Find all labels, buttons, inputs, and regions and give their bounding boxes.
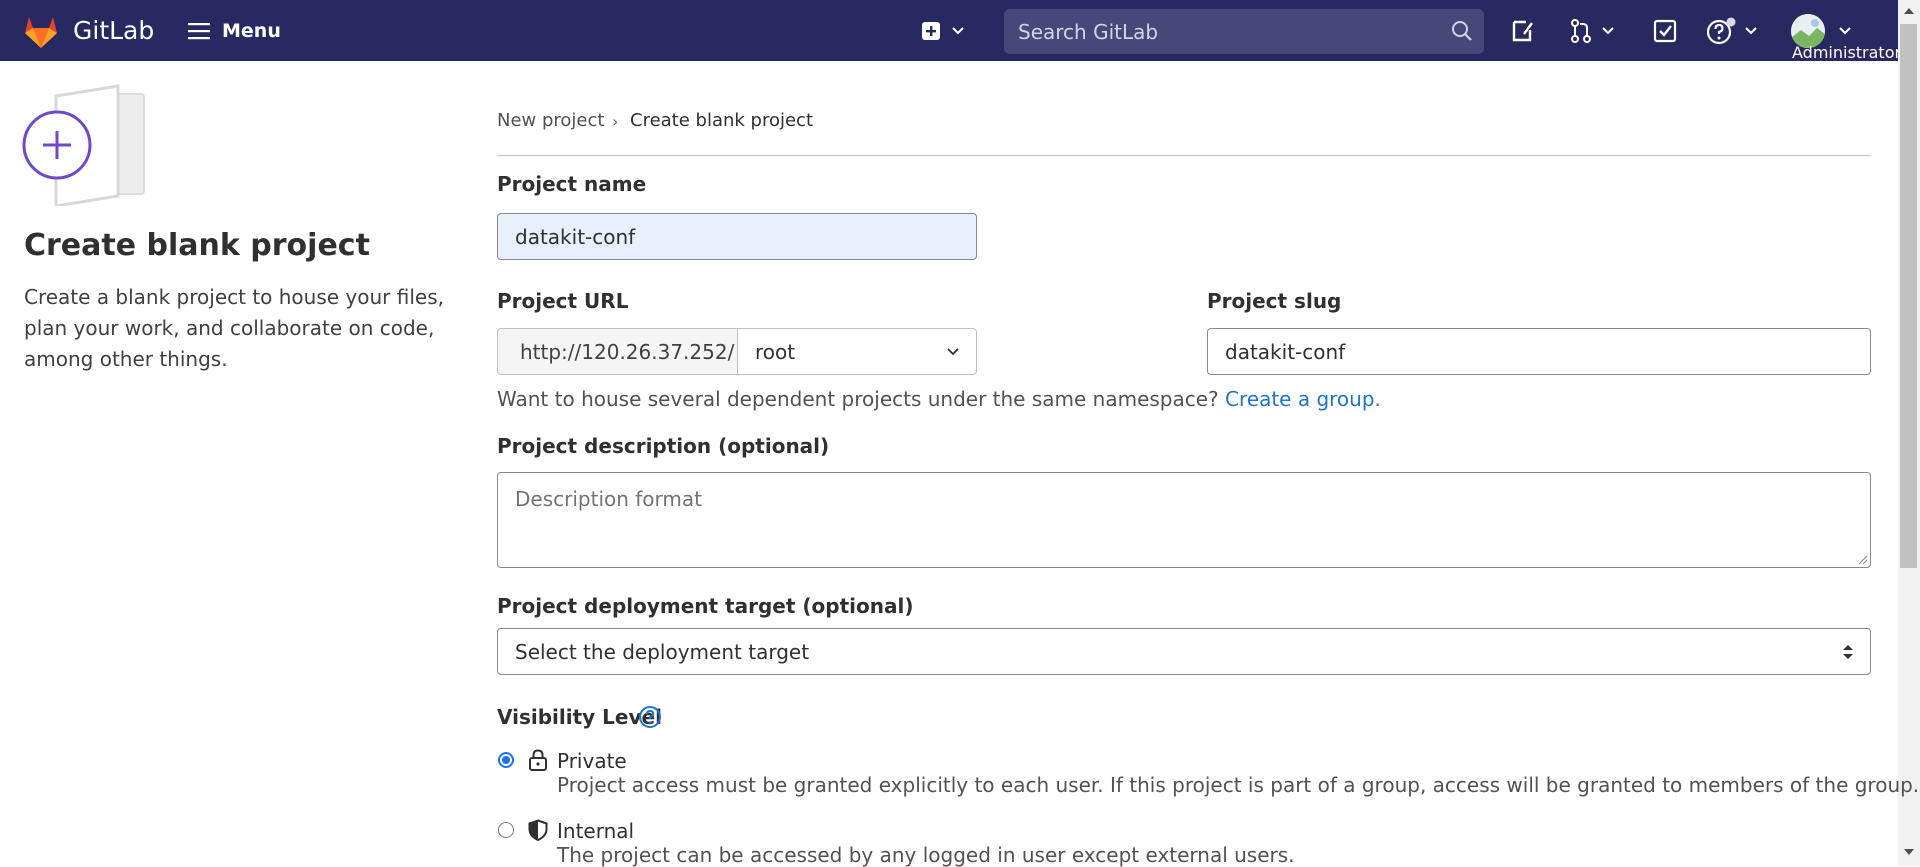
page-description: Create a blank project to house your fil… bbox=[24, 285, 444, 371]
page-title: Create blank project bbox=[24, 228, 370, 263]
scroll-thumb[interactable] bbox=[1900, 24, 1917, 568]
scroll-up-arrow-icon[interactable] bbox=[1904, 8, 1914, 14]
search-input[interactable]: Search GitLab bbox=[1018, 20, 1158, 44]
plus-square-icon bbox=[922, 22, 940, 40]
project-description-textarea[interactable]: Description format bbox=[497, 472, 1871, 568]
project-name-input[interactable]: datakit-conf bbox=[497, 213, 977, 260]
project-name-value: datakit-conf bbox=[515, 224, 636, 249]
merge-requests-button[interactable] bbox=[1567, 16, 1617, 46]
merge-request-icon bbox=[1571, 19, 1591, 43]
chevron-down-icon bbox=[947, 348, 959, 356]
todo-icon[interactable] bbox=[1650, 16, 1680, 46]
project-url-label: Project URL bbox=[497, 289, 629, 313]
visibility-internal-radio[interactable] bbox=[498, 822, 514, 838]
visibility-internal-description: The project can be accessed by any logge… bbox=[557, 843, 1295, 867]
project-name-label: Project name bbox=[497, 172, 647, 196]
description-placeholder: Description format bbox=[515, 487, 702, 511]
navbar-content: GitLab Menu Search GitLab Administrator bbox=[0, 0, 1898, 61]
project-description-label: Project description (optional) bbox=[497, 434, 830, 458]
menu-label: Menu bbox=[222, 20, 281, 42]
project-url-prefix: http://120.26.37.252/ bbox=[497, 328, 738, 375]
chevron-down-icon bbox=[1745, 27, 1757, 35]
help-button[interactable] bbox=[1706, 16, 1758, 46]
namespace-select[interactable]: root bbox=[737, 328, 977, 375]
breadcrumb-current: Create blank project bbox=[630, 110, 814, 131]
namespace-help-text: Want to house several dependent projects… bbox=[497, 387, 1381, 411]
breadcrumb-new-project[interactable]: New project bbox=[497, 110, 604, 131]
resize-grip-icon[interactable] bbox=[1858, 555, 1868, 565]
deployment-target-value: Select the deployment target bbox=[515, 639, 810, 664]
divider bbox=[497, 155, 1871, 156]
scroll-down-arrow-icon[interactable] bbox=[1904, 849, 1914, 855]
select-arrows-icon bbox=[1843, 645, 1853, 659]
chevron-down-icon bbox=[1602, 27, 1614, 35]
visibility-private-title[interactable]: Private bbox=[557, 749, 627, 773]
breadcrumb-separator: › bbox=[612, 112, 619, 131]
namespace-help-message: Want to house several dependent projects… bbox=[497, 387, 1219, 411]
chevron-down-icon[interactable] bbox=[1838, 26, 1852, 36]
namespace-value: root bbox=[755, 339, 796, 364]
deployment-target-label: Project deployment target (optional) bbox=[497, 594, 914, 618]
user-name[interactable]: Administrator bbox=[1792, 43, 1898, 61]
top-navbar: GitLab Menu Search GitLab Administrator bbox=[0, 0, 1898, 61]
help-icon bbox=[1706, 17, 1736, 45]
create-group-link[interactable]: Create a group. bbox=[1225, 387, 1381, 411]
lock-icon bbox=[529, 749, 547, 771]
project-slug-label: Project slug bbox=[1207, 289, 1342, 313]
deployment-target-select[interactable]: Select the deployment target bbox=[497, 628, 1871, 675]
issues-icon[interactable] bbox=[1508, 16, 1538, 46]
chevron-down-icon bbox=[952, 27, 964, 35]
gitlab-brand[interactable]: GitLab bbox=[73, 16, 154, 45]
search-bar[interactable]: Search GitLab bbox=[1004, 9, 1484, 54]
gitlab-logo-icon[interactable] bbox=[22, 13, 60, 49]
project-url-prefix-text: http://120.26.37.252/ bbox=[520, 339, 735, 364]
blank-project-illustration bbox=[22, 84, 148, 208]
search-icon[interactable] bbox=[1450, 19, 1474, 43]
shield-icon bbox=[528, 819, 548, 841]
new-dropdown-button[interactable] bbox=[921, 17, 965, 45]
project-slug-value: datakit-conf bbox=[1225, 339, 1346, 364]
menu-button[interactable]: Menu bbox=[188, 17, 281, 45]
visibility-internal-title[interactable]: Internal bbox=[557, 819, 634, 843]
vertical-scrollbar[interactable] bbox=[1898, 0, 1920, 866]
visibility-private-description: Project access must be granted explicitl… bbox=[557, 773, 1920, 797]
question-circle-icon[interactable] bbox=[638, 705, 662, 729]
project-slug-input[interactable]: datakit-conf bbox=[1207, 328, 1871, 375]
visibility-private-radio[interactable] bbox=[498, 752, 514, 768]
hamburger-icon bbox=[188, 23, 210, 40]
